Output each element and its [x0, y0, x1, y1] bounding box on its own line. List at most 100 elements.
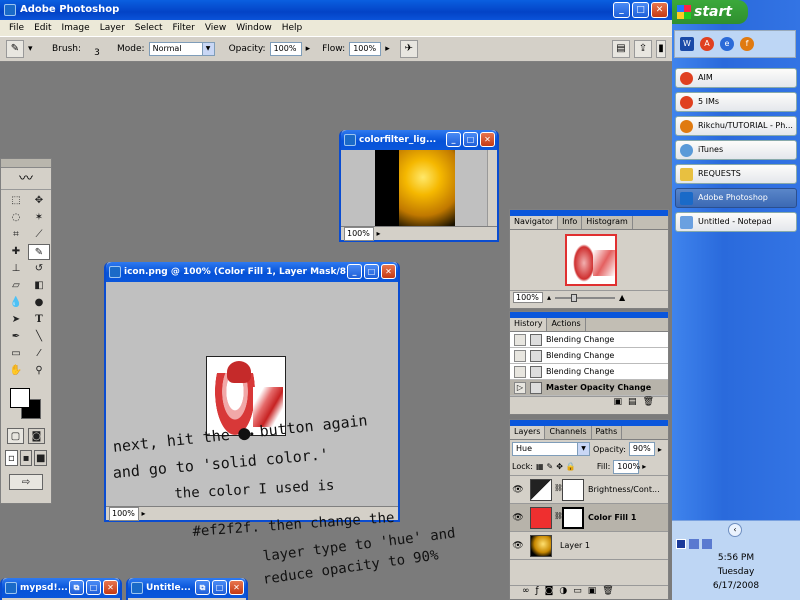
- eye-visibility-icon[interactable]: 👁: [510, 541, 526, 551]
- lasso-tool-icon[interactable]: ◌: [5, 210, 27, 226]
- paint-bucket-tool-icon[interactable]: ◧: [28, 278, 50, 294]
- palette-toggle-icon[interactable]: ▮: [656, 40, 666, 58]
- type-tool-icon[interactable]: T: [28, 312, 50, 328]
- clone-stamp-tool-icon[interactable]: ⊥: [5, 261, 27, 277]
- fill-arrow-icon[interactable]: ▸: [642, 462, 646, 471]
- menu-help[interactable]: Help: [277, 23, 308, 33]
- move-tool-icon[interactable]: ✥: [28, 193, 50, 209]
- layer-row-selected[interactable]: 👁 ⛓ Color Fill 1: [510, 504, 668, 532]
- restore-button[interactable]: ⧉: [195, 580, 210, 595]
- minimized-window-mypsd[interactable]: mypsd!... ⧉ □ ✕: [0, 578, 122, 600]
- opacity-arrow-icon[interactable]: ▸: [658, 445, 662, 454]
- lock-all-icon[interactable]: 🔒: [566, 462, 576, 471]
- palette-well-icon[interactable]: ▤: [612, 40, 630, 58]
- tab-navigator[interactable]: Navigator: [510, 216, 559, 229]
- full-screen-icon[interactable]: ■: [34, 450, 48, 466]
- trash-icon[interactable]: 🗑: [643, 397, 654, 410]
- flow-input[interactable]: 100%: [349, 42, 382, 56]
- new-document-from-state-icon[interactable]: ▣: [614, 397, 623, 410]
- restore-button[interactable]: ⧉: [69, 580, 84, 595]
- task-firefox[interactable]: Rikchu/TUTORIAL - Ph...: [675, 116, 797, 136]
- opacity-arrow-icon[interactable]: ▸: [306, 44, 311, 54]
- blur-tool-icon[interactable]: 💧: [5, 295, 27, 311]
- menu-select[interactable]: Select: [130, 23, 168, 33]
- menu-window[interactable]: Window: [231, 23, 277, 33]
- status-arrow-icon[interactable]: ▸: [377, 229, 381, 238]
- menu-image[interactable]: Image: [57, 23, 95, 33]
- imageready-jump-icon[interactable]: ⇨: [9, 474, 43, 490]
- minimized-titlebar[interactable]: Untitle... ⧉ □ ✕: [128, 578, 246, 598]
- link-layers-icon[interactable]: ∞: [522, 586, 530, 599]
- menu-filter[interactable]: Filter: [168, 23, 200, 33]
- eyedropper-tool-icon[interactable]: ⁄: [28, 346, 50, 362]
- history-item[interactable]: Blending Change: [510, 364, 668, 380]
- hand-tool-icon[interactable]: ✋: [5, 363, 27, 379]
- lock-position-icon[interactable]: ✥: [556, 462, 563, 471]
- eraser-tool-icon[interactable]: ▱: [5, 278, 27, 294]
- marquee-tool-icon[interactable]: ⬚: [5, 193, 27, 209]
- full-screen-menu-icon[interactable]: ▪: [19, 450, 33, 466]
- history-item[interactable]: Blending Change: [510, 348, 668, 364]
- task-notepad[interactable]: Untitled - Notepad: [675, 212, 797, 232]
- history-brush-source-icon[interactable]: ▷: [514, 381, 526, 394]
- path-selection-tool-icon[interactable]: ➤: [5, 312, 27, 328]
- zoom-field[interactable]: 100%: [344, 227, 374, 241]
- menu-view[interactable]: View: [200, 23, 231, 33]
- magic-wand-tool-icon[interactable]: ✶: [28, 210, 50, 226]
- adjustment-layer-icon[interactable]: ◑: [559, 586, 567, 599]
- history-brush-tool-icon[interactable]: ↺: [28, 261, 50, 277]
- tab-histogram[interactable]: Histogram: [582, 216, 633, 229]
- tab-layers[interactable]: Layers: [510, 426, 546, 439]
- show-hidden-icons-icon[interactable]: ‹: [728, 523, 742, 537]
- standard-screen-icon[interactable]: ▫: [5, 450, 18, 466]
- task-requests[interactable]: REQUESTS: [675, 164, 797, 184]
- task-itunes[interactable]: iTunes: [675, 140, 797, 160]
- menu-layer[interactable]: Layer: [95, 23, 130, 33]
- snapshot-checkbox[interactable]: [514, 349, 526, 362]
- layer-row[interactable]: 👁 ⛓ Brightness/Cont...: [510, 476, 668, 504]
- fill-input[interactable]: 100%: [613, 459, 640, 474]
- tab-history[interactable]: History: [510, 318, 548, 331]
- new-snapshot-icon[interactable]: ▤: [628, 397, 637, 410]
- task-aim[interactable]: AIM: [675, 68, 797, 88]
- brush-size[interactable]: 3: [85, 48, 109, 58]
- word-icon[interactable]: W: [680, 37, 694, 51]
- lock-pixels-icon[interactable]: ✎: [547, 462, 554, 471]
- snapshot-checkbox[interactable]: [514, 333, 526, 346]
- chain-link-icon[interactable]: ⛓: [554, 512, 563, 524]
- trash-icon[interactable]: 🗑: [602, 586, 613, 599]
- minimize-button[interactable]: _: [347, 264, 362, 279]
- preset-dropdown-icon[interactable]: ▾: [28, 44, 38, 54]
- layer-row[interactable]: 👁 Layer 1: [510, 532, 668, 560]
- dodge-tool-icon[interactable]: ●: [28, 295, 50, 311]
- maximize-button[interactable]: □: [86, 580, 101, 595]
- flow-arrow-icon[interactable]: ▸: [385, 44, 390, 54]
- close-button[interactable]: ✕: [381, 264, 396, 279]
- start-button[interactable]: start: [672, 0, 748, 24]
- network-tray-icon[interactable]: [702, 539, 712, 549]
- brush-tool-preset-icon[interactable]: ✎: [6, 40, 24, 58]
- close-button[interactable]: ✕: [480, 132, 495, 147]
- healing-brush-tool-icon[interactable]: ✚: [5, 244, 27, 260]
- zoom-slider[interactable]: [555, 293, 616, 302]
- mode-select[interactable]: Normal ▼: [148, 42, 215, 56]
- zoom-out-icon[interactable]: ▴: [547, 293, 551, 302]
- minimize-button[interactable]: _: [613, 2, 630, 18]
- notes-tool-icon[interactable]: ▭: [5, 346, 27, 362]
- brush-tool-icon[interactable]: ✎: [28, 244, 50, 260]
- tab-actions[interactable]: Actions: [547, 318, 586, 331]
- menu-file[interactable]: File: [4, 23, 29, 33]
- airbrush-icon[interactable]: ✈: [399, 40, 418, 58]
- layer-opacity-input[interactable]: 90%: [628, 442, 655, 456]
- feather-logo-icon[interactable]: 〰: [1, 168, 51, 190]
- clock-time[interactable]: 5:56 PM: [672, 553, 800, 563]
- network-tray-icon[interactable]: [689, 539, 699, 549]
- status-arrow-icon[interactable]: ▸: [142, 509, 146, 518]
- lock-transparency-icon[interactable]: ▦: [536, 462, 544, 471]
- close-button[interactable]: ✕: [651, 2, 668, 18]
- quick-mask-icon[interactable]: ◙: [28, 428, 45, 444]
- opacity-input[interactable]: 100%: [269, 42, 302, 56]
- internet-explorer-icon[interactable]: e: [720, 37, 734, 51]
- foreground-color-swatch[interactable]: [10, 388, 30, 408]
- navigator-preview-area[interactable]: [510, 230, 668, 290]
